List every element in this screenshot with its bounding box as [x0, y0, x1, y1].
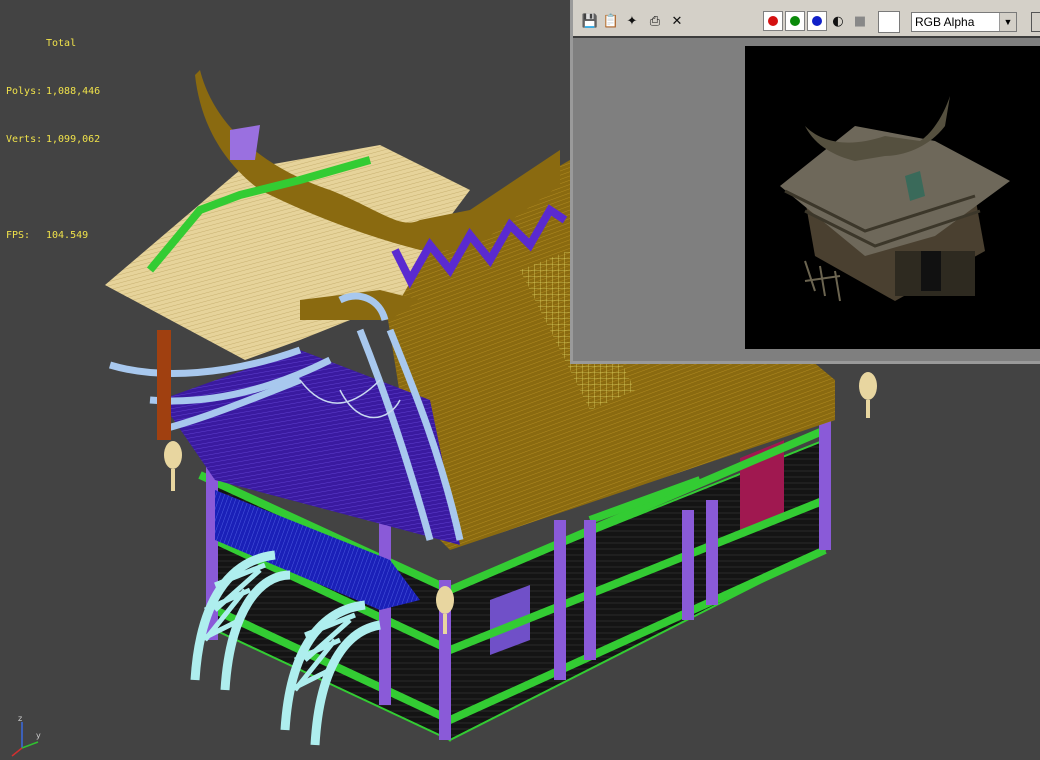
stats-polys-value: 1,088,446: [46, 86, 101, 97]
clone-icon[interactable]: ✦: [623, 12, 641, 30]
channel-select[interactable]: RGB Alpha ▼: [911, 12, 1017, 32]
channel-select-value: RGB Alpha: [915, 15, 975, 29]
axis-z-label: z: [18, 714, 22, 723]
blue-dot-icon: [812, 16, 822, 26]
stats-fps-value: 104.549: [46, 230, 89, 241]
rendered-building: [780, 96, 1010, 302]
background-color-swatch[interactable]: [878, 11, 900, 33]
mono-toggle-icon[interactable]: ■: [851, 12, 869, 30]
stats-fps-row: FPS: 104.549: [6, 228, 100, 244]
green-channel-button[interactable]: [785, 11, 805, 31]
copy-icon[interactable]: 📋: [602, 12, 620, 30]
stats-verts-value: 1,099,062: [46, 134, 101, 145]
render-toolbar: 💾 📋 ✦ ⎙ ✕ ◐ ■ RGB Alpha ▼: [573, 0, 1040, 38]
chevron-down-icon[interactable]: ▼: [999, 13, 1016, 31]
print-icon[interactable]: ⎙: [646, 12, 664, 30]
stats-total-label: Total: [46, 38, 77, 49]
clear-icon[interactable]: ✕: [668, 12, 686, 30]
red-dot-icon: [768, 16, 778, 26]
stats-verts-label: Verts:: [6, 134, 43, 145]
rendered-frame-window[interactable]: 💾 📋 ✦ ⎙ ✕ ◐ ■ RGB Alpha ▼: [570, 0, 1040, 364]
alpha-toggle-icon[interactable]: ◐: [829, 12, 847, 30]
save-icon[interactable]: 💾: [581, 12, 599, 30]
stats-verts-row: Verts: 1,099,062: [6, 132, 100, 148]
render-doorway: [921, 251, 941, 291]
stats-fps-label: FPS:: [6, 230, 31, 241]
green-dot-icon: [790, 16, 800, 26]
stats-polys-label: Polys:: [6, 86, 43, 97]
red-channel-button[interactable]: [763, 11, 783, 31]
stats-spacer: [6, 180, 100, 196]
axis-y-label: y: [36, 731, 41, 740]
stats-polys-row: Polys: 1,088,446: [6, 84, 100, 100]
viewport-statistics: Total Polys: 1,088,446 Verts: 1,099,062 FP…: [6, 4, 100, 276]
blue-channel-button[interactable]: [807, 11, 827, 31]
panel-toggle-button[interactable]: [1031, 12, 1040, 32]
hanging-banner: [157, 330, 171, 440]
stats-total-row: Total: [6, 36, 100, 52]
axis-tripod-icon: z y: [11, 714, 41, 757]
rendered-image: [745, 46, 1040, 349]
beam-cap: [230, 125, 260, 160]
